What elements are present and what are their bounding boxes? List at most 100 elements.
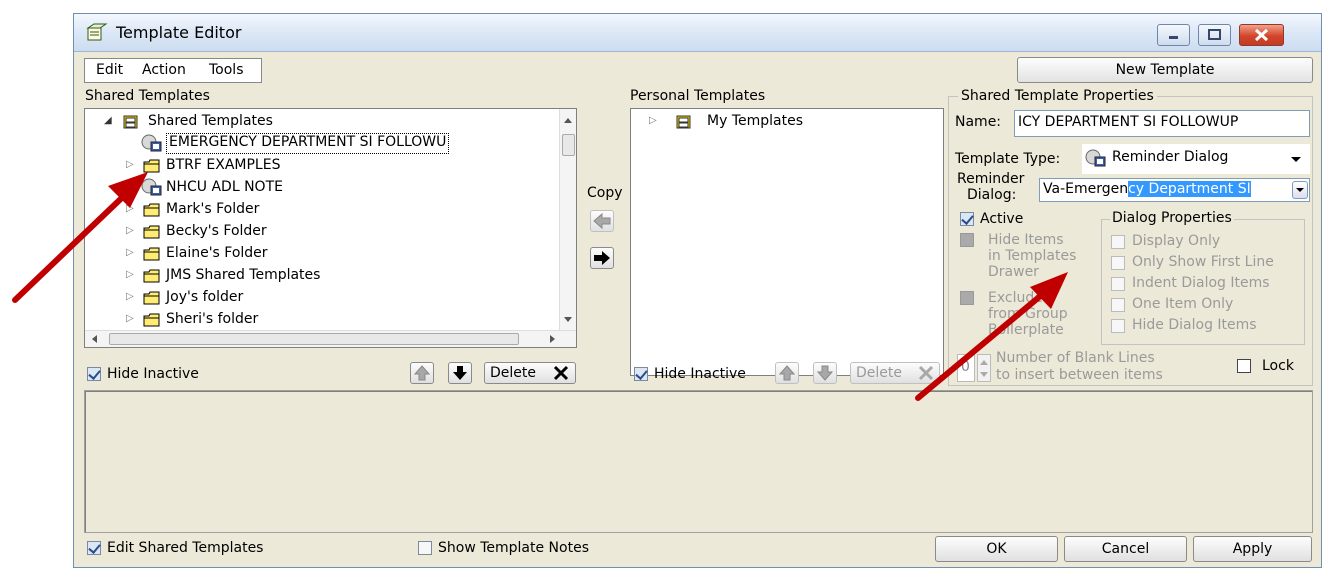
dropdown-arrow-icon bbox=[1296, 188, 1304, 192]
menu-action[interactable]: Action bbox=[142, 62, 186, 78]
personal-templates-tree[interactable]: ▷ My Templates bbox=[630, 108, 944, 376]
exclude-checkbox[interactable] bbox=[960, 291, 974, 305]
minimize-button[interactable] bbox=[1157, 24, 1190, 46]
active-label: Active bbox=[980, 211, 1024, 227]
tree-label-jms: JMS Shared Templates bbox=[166, 267, 321, 283]
expand-arrow-icon: ▷ bbox=[126, 291, 134, 302]
template-editor-window: Template Editor Edit Action Tools New Te… bbox=[73, 13, 1322, 568]
exclude-label-3: Boilerplate bbox=[988, 322, 1064, 338]
only-show-first-line-checkbox[interactable] bbox=[1111, 256, 1125, 270]
delete-x-icon bbox=[918, 365, 934, 381]
display-only-label: Display Only bbox=[1132, 233, 1221, 249]
personal-templates-label: Personal Templates bbox=[630, 88, 766, 104]
blank-lines-input[interactable]: 0 bbox=[957, 354, 975, 382]
personal-delete-button[interactable]: Delete bbox=[850, 362, 940, 384]
display-only-checkbox[interactable] bbox=[1111, 235, 1125, 249]
shared-templates-tree[interactable]: ◢ Shared Templates EMERGENCY DEPARTMENT … bbox=[84, 108, 577, 348]
hide-dialog-items-checkbox[interactable] bbox=[1111, 319, 1125, 333]
one-item-only-label: One Item Only bbox=[1132, 296, 1234, 312]
reminder-dialog-icon bbox=[1085, 149, 1106, 167]
arrow-left-icon bbox=[593, 212, 611, 230]
shared-hide-inactive-label: Hide Inactive bbox=[107, 366, 199, 382]
minimize-icon bbox=[1169, 36, 1178, 39]
scroll-down-icon bbox=[564, 317, 572, 322]
scroll-thumb-horizontal[interactable] bbox=[109, 333, 519, 345]
indent-dialog-items-label: Indent Dialog Items bbox=[1132, 275, 1270, 291]
ok-button[interactable]: OK bbox=[935, 536, 1058, 562]
only-show-first-line-label: Only Show First Line bbox=[1132, 254, 1274, 270]
delete-x-icon bbox=[553, 365, 569, 381]
window-title: Template Editor bbox=[116, 23, 242, 42]
personal-move-up-button[interactable] bbox=[775, 362, 799, 384]
personal-hide-inactive-checkbox[interactable] bbox=[634, 367, 648, 381]
blank-lines-spinner[interactable] bbox=[977, 354, 991, 382]
shared-templates-label: Shared Templates bbox=[85, 88, 210, 104]
folder-icon bbox=[143, 269, 160, 283]
hide-dialog-items-label: Hide Dialog Items bbox=[1132, 317, 1257, 333]
shared-delete-label: Delete bbox=[490, 365, 536, 381]
tree-row-nhcu[interactable]: NHCU ADL NOTE bbox=[85, 177, 555, 199]
reminder-dropdown-button[interactable] bbox=[1292, 181, 1308, 199]
spin-up-icon bbox=[980, 360, 988, 365]
spin-down-icon bbox=[980, 372, 988, 377]
folder-icon bbox=[143, 159, 160, 173]
new-template-button[interactable]: New Template bbox=[1017, 57, 1313, 83]
arrow-down-icon bbox=[453, 366, 467, 380]
maximize-button[interactable] bbox=[1198, 24, 1231, 46]
reminder-dialog-selected-text: cy Department SI bbox=[1128, 181, 1251, 197]
name-value: ICY DEPARTMENT SI FOLLOWUP bbox=[1018, 114, 1239, 130]
edit-shared-templates-checkbox[interactable] bbox=[87, 541, 101, 555]
reminder-dialog-select[interactable]: Va-Emergency Department SI bbox=[1039, 178, 1310, 202]
tree-row-shared-root[interactable]: ◢ Shared Templates bbox=[85, 111, 555, 133]
shared-move-up-button[interactable] bbox=[410, 362, 434, 384]
title-bar[interactable]: Template Editor bbox=[74, 14, 1321, 52]
expand-arrow-icon: ▷ bbox=[649, 115, 657, 126]
active-checkbox[interactable] bbox=[960, 212, 974, 226]
menu-tools[interactable]: Tools bbox=[209, 62, 244, 78]
blank-lines-value: 0 bbox=[961, 359, 970, 375]
hide-items-label-1: Hide Items bbox=[988, 232, 1064, 248]
show-template-notes-label: Show Template Notes bbox=[438, 540, 589, 556]
copy-left-button[interactable] bbox=[590, 210, 614, 232]
show-template-notes-checkbox[interactable] bbox=[418, 541, 432, 555]
one-item-only-checkbox[interactable] bbox=[1111, 298, 1125, 312]
tree-row-elaine[interactable]: ▷ Elaine's Folder bbox=[85, 243, 555, 265]
hide-items-checkbox[interactable] bbox=[960, 233, 974, 247]
template-type-select[interactable]: Reminder Dialog bbox=[1082, 144, 1310, 174]
blank-lines-label-1: Number of Blank Lines bbox=[996, 350, 1155, 366]
tree-row-my-templates[interactable]: ▷ My Templates bbox=[631, 111, 931, 133]
menu-edit[interactable]: Edit bbox=[96, 62, 123, 78]
close-button[interactable] bbox=[1239, 24, 1284, 46]
tree-row-jms[interactable]: ▷ JMS Shared Templates bbox=[85, 265, 555, 287]
shared-vertical-scrollbar[interactable] bbox=[559, 109, 576, 332]
tree-row-sheri[interactable]: ▷ Sheri's folder bbox=[85, 309, 555, 329]
tree-row-emergency[interactable]: EMERGENCY DEPARTMENT SI FOLLOWU bbox=[85, 133, 555, 155]
copy-right-button[interactable] bbox=[590, 247, 614, 269]
cancel-button[interactable]: Cancel bbox=[1064, 536, 1187, 562]
expand-arrow-icon: ▷ bbox=[126, 269, 134, 280]
indent-dialog-items-checkbox[interactable] bbox=[1111, 277, 1125, 291]
shared-hide-inactive-checkbox[interactable] bbox=[87, 367, 101, 381]
expand-arrow-icon: ▷ bbox=[126, 159, 134, 170]
tree-row-becky[interactable]: ▷ Becky's Folder bbox=[85, 221, 555, 243]
tree-row-joy[interactable]: ▷ Joy's folder bbox=[85, 287, 555, 309]
folder-icon bbox=[143, 291, 160, 305]
folder-icon bbox=[143, 225, 160, 239]
expand-arrow-icon: ▷ bbox=[126, 203, 134, 214]
apply-button[interactable]: Apply bbox=[1193, 536, 1312, 562]
tree-row-mark[interactable]: ▷ Mark's Folder bbox=[85, 199, 555, 221]
arrow-up-icon bbox=[778, 365, 796, 381]
template-notes-area[interactable] bbox=[84, 390, 1313, 533]
shared-delete-button[interactable]: Delete bbox=[484, 362, 576, 384]
scroll-thumb[interactable] bbox=[562, 134, 575, 156]
copy-label: Copy bbox=[587, 185, 623, 201]
reminder-dialog-label-2: Dialog: bbox=[967, 187, 1017, 203]
shared-horizontal-scrollbar[interactable] bbox=[85, 330, 576, 347]
shared-move-down-button[interactable] bbox=[448, 362, 472, 384]
personal-move-down-button[interactable] bbox=[813, 362, 837, 384]
tree-row-btrf[interactable]: ▷ BTRF EXAMPLES bbox=[85, 155, 555, 177]
name-input[interactable]: ICY DEPARTMENT SI FOLLOWUP bbox=[1014, 110, 1310, 137]
cabinet-folder-icon bbox=[676, 115, 691, 129]
reminder-dialog-icon bbox=[141, 134, 162, 152]
lock-checkbox[interactable] bbox=[1237, 359, 1251, 373]
